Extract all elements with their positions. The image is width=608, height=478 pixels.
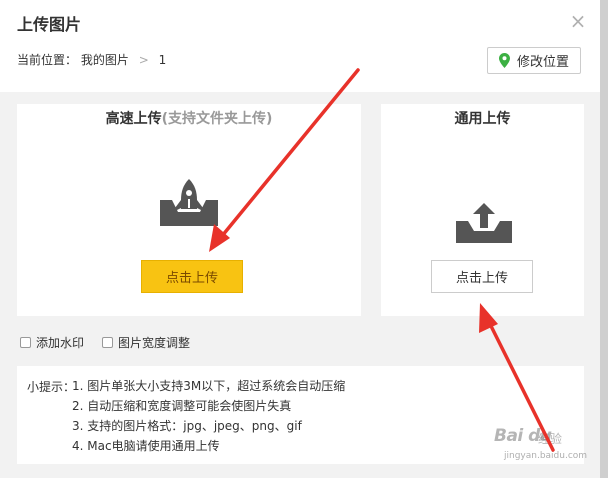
breadcrumb-label: 当前位置：: [17, 53, 78, 67]
width-adjust-checkbox[interactable]: [102, 337, 114, 348]
tip-item: 1. 图片单张大小支持3M以下，超过系统会自动压缩: [72, 379, 346, 393]
background-page: [600, 0, 608, 478]
watermark-option-label: 添加水印: [36, 336, 85, 350]
common-upload-button[interactable]: 点击上传: [431, 260, 533, 293]
change-location-button[interactable]: 修改位置: [487, 47, 581, 74]
breadcrumb-separator: >: [138, 53, 149, 67]
rocket-upload-icon: [158, 176, 220, 232]
watermark-option[interactable]: 添加水印: [20, 334, 84, 351]
baidu-jingyan-watermark: Bai du 经验 jingyan.baidu.com: [494, 426, 600, 466]
fast-upload-button[interactable]: 点击上传: [141, 260, 243, 293]
upload-dialog: 上传图片 × 当前位置： 我的图片 > 1 修改位置 高速上传(支持文件夹上传): [0, 0, 600, 478]
dialog-header: 上传图片 × 当前位置： 我的图片 > 1 修改位置: [0, 0, 600, 92]
common-upload-title: 通用上传: [454, 111, 511, 127]
tip-item: 3. 支持的图片格式：jpg、jpeg、png、gif: [72, 419, 302, 433]
fast-upload-title: 高速上传(支持文件夹上传): [17, 108, 361, 128]
change-location-label: 修改位置: [516, 55, 569, 70]
breadcrumb-page: 1: [158, 53, 167, 67]
fast-upload-title-main: 高速上传: [105, 111, 162, 127]
dialog-title: 上传图片: [17, 15, 82, 34]
width-adjust-option-label: 图片宽度调整: [118, 336, 191, 350]
breadcrumb: 当前位置： 我的图片 > 1: [17, 51, 166, 68]
fast-upload-subtitle: (支持文件夹上传): [161, 111, 273, 127]
close-icon[interactable]: ×: [567, 10, 589, 32]
tip-item: 4. Mac电脑请使用通用上传: [72, 439, 220, 453]
tip-item: 2. 自动压缩和宽度调整可能会使图片失真: [72, 399, 292, 413]
common-upload-panel: 通用上传 点击上传: [381, 104, 584, 316]
breadcrumb-album[interactable]: 我的图片: [81, 53, 129, 67]
location-pin-icon: [498, 53, 510, 68]
tray-upload-icon: [454, 201, 514, 249]
tips-label: 小提示：: [27, 380, 76, 394]
fast-upload-panel: 高速上传(支持文件夹上传) 点击上传: [17, 104, 361, 316]
watermark-checkbox[interactable]: [20, 337, 31, 348]
width-adjust-option[interactable]: 图片宽度调整: [102, 334, 190, 351]
watermark-url: jingyan.baidu.com: [504, 451, 588, 461]
watermark-sub: 经验: [538, 432, 563, 446]
upload-options: 添加水印 图片宽度调整: [20, 334, 208, 351]
tips-list: 1. 图片单张大小支持3M以下，超过系统会自动压缩 2. 自动压缩和宽度调整可能…: [72, 378, 345, 458]
